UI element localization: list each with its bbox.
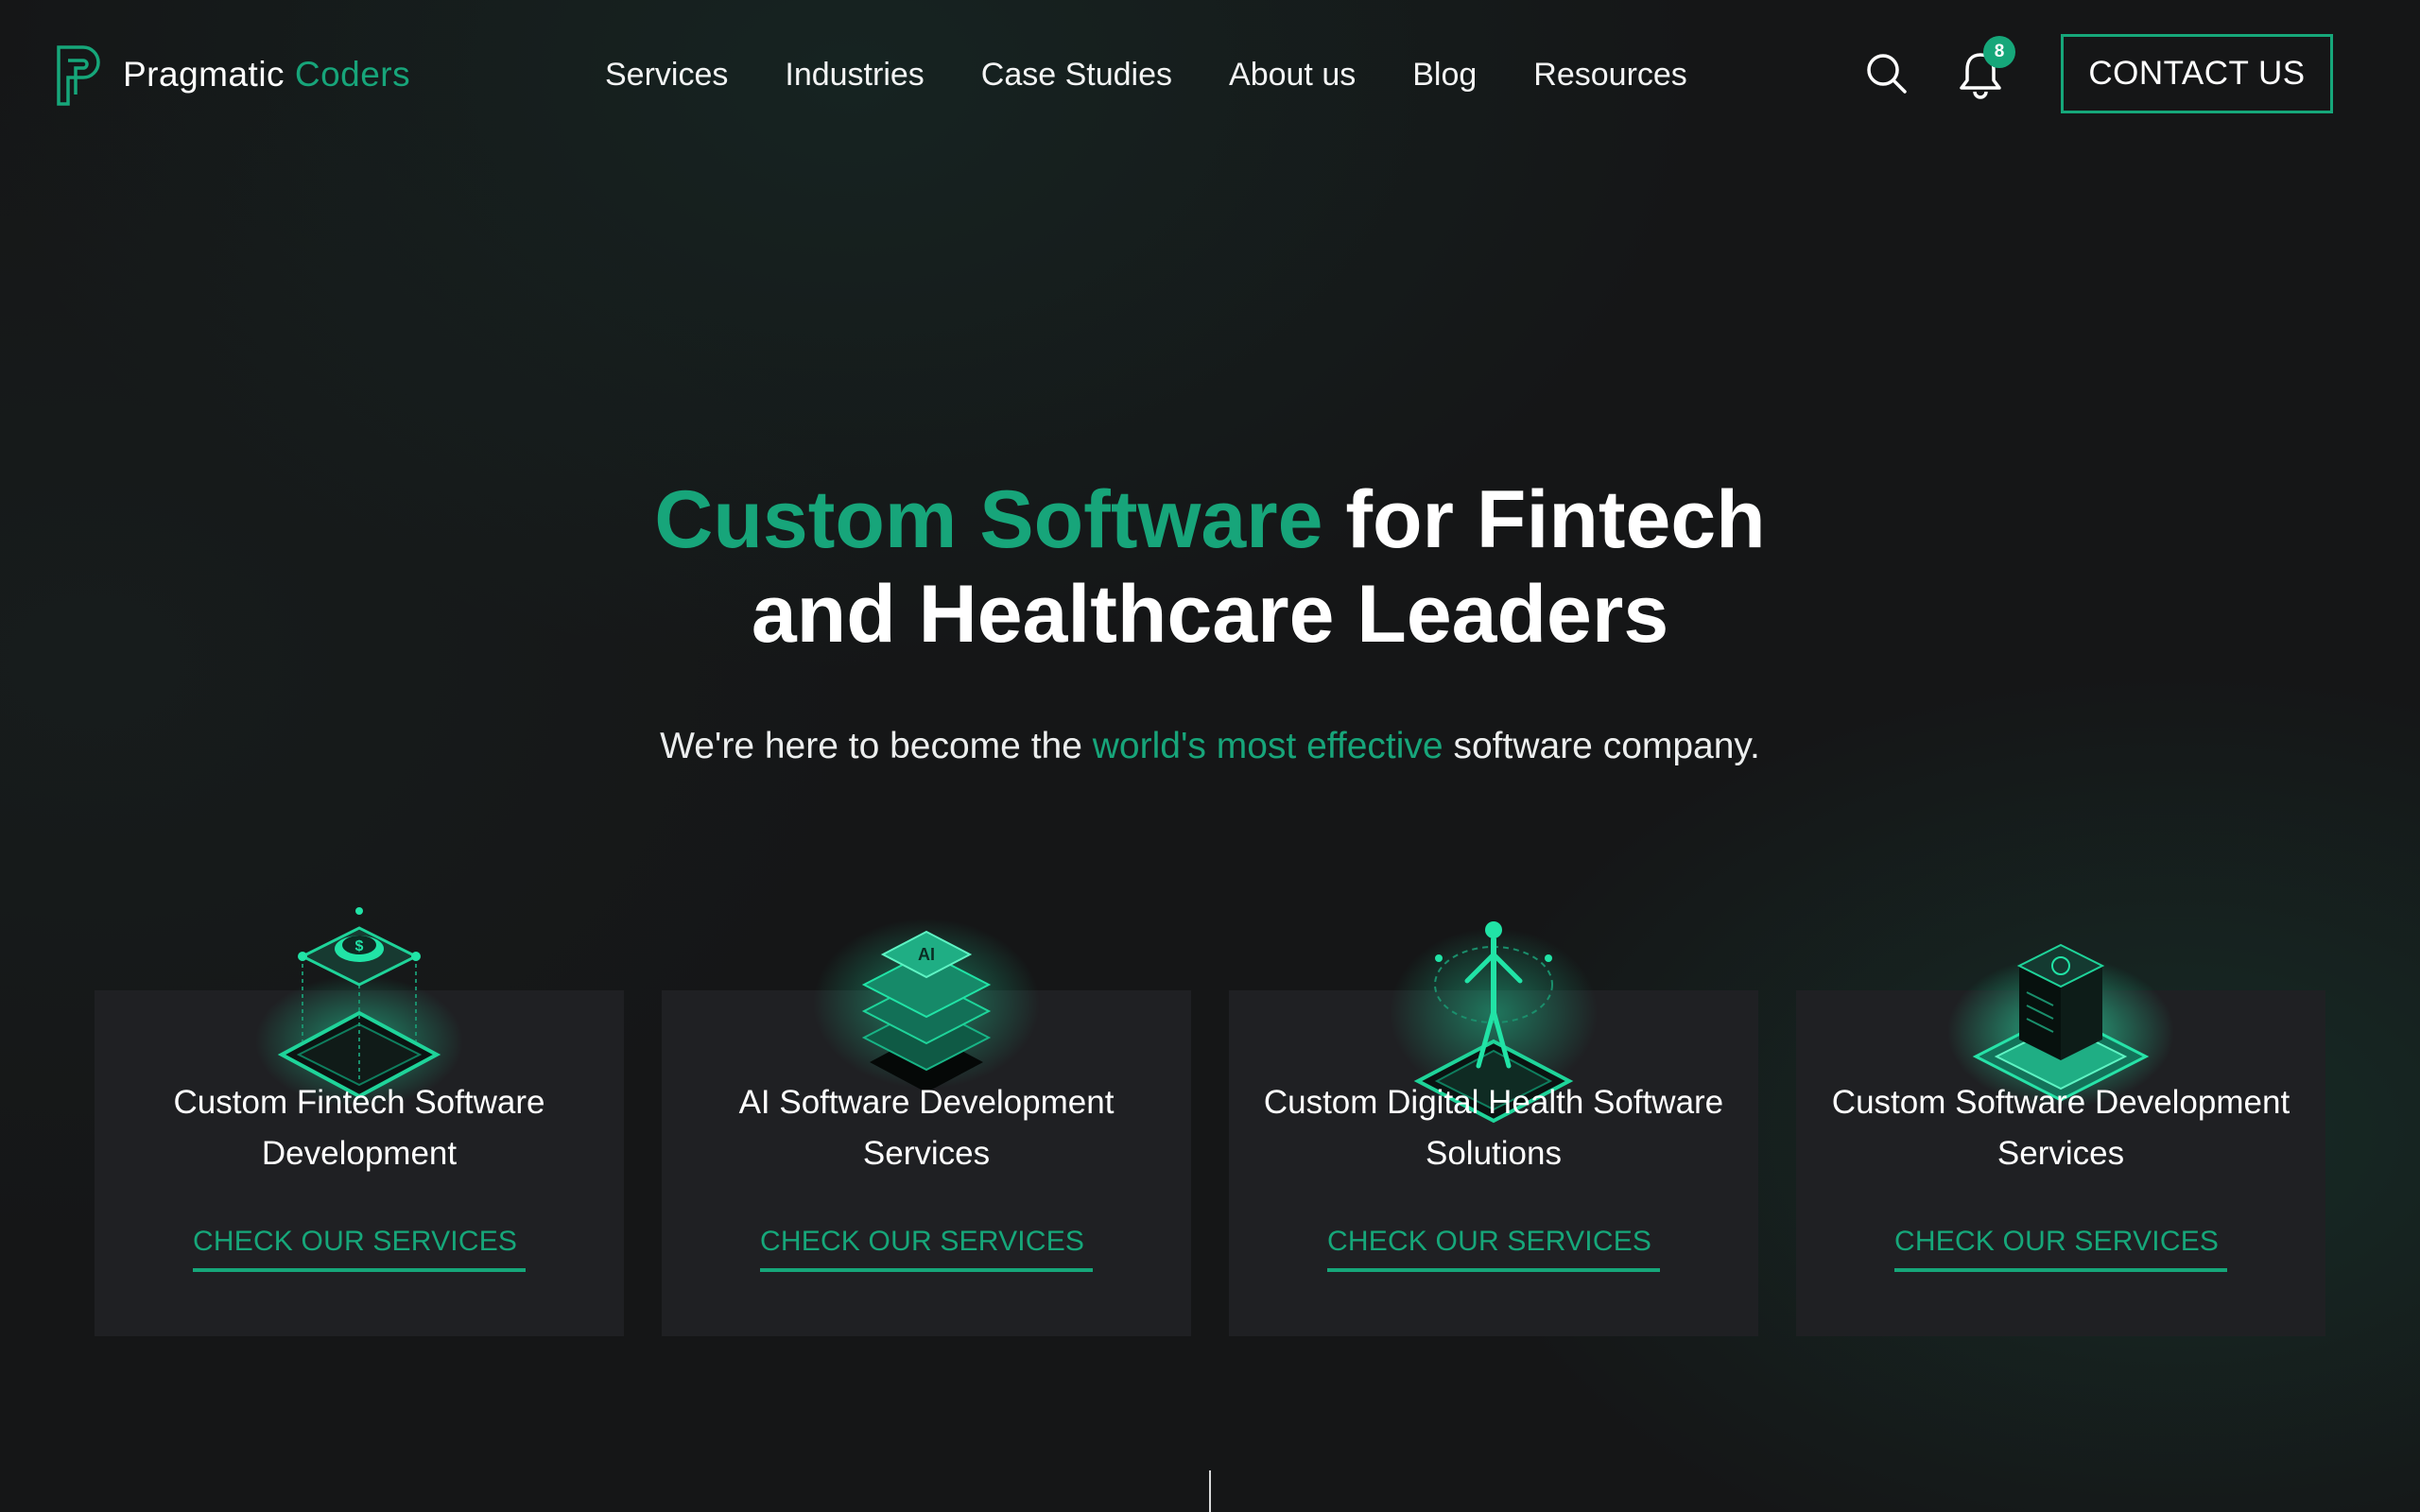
hero-title-accent: Custom Software xyxy=(654,474,1323,565)
svg-text:AI: AI xyxy=(918,945,935,964)
nav-item-resources[interactable]: Resources xyxy=(1533,57,1687,94)
nav-item-case-studies[interactable]: Case Studies xyxy=(981,57,1172,94)
service-card-ai[interactable]: AI AI Software Development Services CHEC… xyxy=(662,919,1191,1336)
site-header: Pragmatic Coders Services Industries Cas… xyxy=(0,0,2420,149)
hero-subtitle-accent: world's most effective xyxy=(1092,726,1443,766)
contact-us-button[interactable]: CONTACT US xyxy=(2061,34,2333,113)
hero-title: Custom Software for Fintech and Healthcar… xyxy=(0,472,2420,662)
service-card-custom-software[interactable]: Custom Software Development Services CHE… xyxy=(1796,943,2325,1336)
card-title: Custom Digital Health Software Solutions xyxy=(1263,1084,1724,1172)
notification-badge: 8 xyxy=(1983,36,2015,68)
nav-item-blog[interactable]: Blog xyxy=(1412,57,1477,94)
service-card-digital-health[interactable]: Custom Digital Health Software Solutions… xyxy=(1229,921,1758,1336)
hero-subtitle: We're here to become the world's most ef… xyxy=(660,726,1760,766)
card-link-label: CHECK OUR SERVICES xyxy=(1894,1226,2220,1257)
card-title: AI Software Development Services xyxy=(738,1084,1115,1172)
hero-title-line1-rest: for Fintech xyxy=(1322,474,1766,565)
card-link-label: CHECK OUR SERVICES xyxy=(193,1226,518,1257)
card-link-label: CHECK OUR SERVICES xyxy=(1327,1226,1652,1257)
svg-text:$: $ xyxy=(355,938,364,954)
nav-item-about-us[interactable]: About us xyxy=(1229,57,1356,94)
nav-item-services[interactable]: Services xyxy=(605,57,728,94)
service-card-fintech[interactable]: $ Custom Fintech Software Development CH… xyxy=(95,907,624,1336)
check-services-link[interactable]: CHECK OUR SERVICES xyxy=(1894,1215,2227,1272)
nav-item-industries[interactable]: Industries xyxy=(785,57,924,94)
search-icon[interactable] xyxy=(1864,51,1910,96)
logo-link[interactable]: Pragmatic Coders xyxy=(55,43,410,106)
main-nav: Services Industries Case Studies About u… xyxy=(605,51,1687,98)
card-link-label: CHECK OUR SERVICES xyxy=(760,1226,1085,1257)
check-services-link[interactable]: CHECK OUR SERVICES xyxy=(193,1215,526,1272)
card-title: Custom Software Development Services xyxy=(1831,1084,2290,1172)
check-services-link[interactable]: CHECK OUR SERVICES xyxy=(1327,1215,1660,1272)
card-title: Custom Fintech Software Development xyxy=(173,1084,545,1172)
check-services-link[interactable]: CHECK OUR SERVICES xyxy=(760,1215,1093,1272)
pragmatic-coders-logo-icon xyxy=(57,45,100,106)
scroll-indicator xyxy=(1209,1470,1211,1512)
logo-text: Pragmatic Coders xyxy=(123,55,411,94)
hero-title-line2: and Healthcare Leaders xyxy=(751,569,1669,660)
